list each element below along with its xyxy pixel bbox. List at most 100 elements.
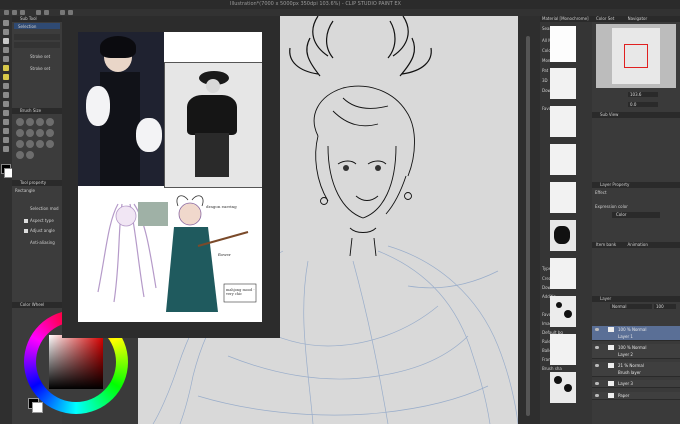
brush-size-preset[interactable] — [16, 151, 24, 159]
tab-item-bank[interactable]: Item bank — [596, 242, 616, 247]
brush-size-preset[interactable] — [26, 118, 34, 126]
brush-size-preset[interactable] — [16, 118, 24, 126]
layer-row-sub[interactable]: Layer 2 — [592, 351, 680, 359]
transform-icon[interactable] — [68, 10, 73, 15]
saturation-value-square[interactable] — [49, 335, 103, 389]
navigator-viewport[interactable] — [624, 44, 648, 68]
navigator-preview[interactable] — [596, 24, 676, 88]
brush-size-preset[interactable] — [46, 140, 54, 148]
layer-thumbnail — [608, 381, 614, 386]
eyedropper-tool-icon[interactable] — [3, 56, 9, 62]
selection-tool-icon[interactable] — [3, 38, 9, 44]
auto-select-tool-icon[interactable] — [3, 47, 9, 53]
material-thumb[interactable] — [550, 258, 576, 289]
redo-icon[interactable] — [44, 10, 49, 15]
material-thumb[interactable] — [550, 106, 576, 137]
figure-icon[interactable] — [3, 146, 9, 152]
layer-thumbnail — [608, 327, 614, 332]
sub-tool-item[interactable] — [14, 42, 60, 48]
fill-icon[interactable] — [3, 128, 9, 134]
brush-size-preset[interactable] — [36, 118, 44, 126]
tab-selection[interactable]: Selection — [14, 23, 60, 29]
brush-size-preset[interactable] — [46, 129, 54, 137]
brush-size-preset[interactable] — [16, 140, 24, 148]
layer-row-sub[interactable]: Layer 1 — [592, 333, 680, 341]
material-folder[interactable]: Pat — [542, 68, 548, 73]
eye-icon[interactable] — [595, 346, 599, 349]
pencil-icon[interactable] — [3, 74, 9, 80]
navigator-header: Color Set Navigator — [592, 16, 680, 22]
material-thumb[interactable] — [550, 182, 576, 213]
reference-photo-1 — [78, 32, 164, 186]
layer-subname: Brush layer — [618, 370, 641, 375]
reference-sketch-drawing — [97, 195, 257, 312]
zoom-tool-icon[interactable] — [3, 20, 9, 26]
sub-tool-item[interactable] — [14, 34, 60, 40]
material-thumb[interactable] — [550, 334, 576, 365]
layer-name: 21 % Normal — [618, 363, 644, 368]
reference-sub-view[interactable]: dragon earring flower mahjong mood - ver… — [62, 16, 280, 338]
brush-size-preset[interactable] — [26, 129, 34, 137]
undo-icon[interactable] — [36, 10, 41, 15]
clear-icon[interactable] — [60, 10, 65, 15]
layer-row-sub[interactable]: Brush layer — [592, 369, 680, 377]
expression-select[interactable]: Color — [612, 212, 660, 218]
decoration-icon[interactable] — [3, 101, 9, 107]
material-thumb[interactable] — [550, 296, 576, 327]
hair — [313, 85, 415, 215]
eye-icon[interactable] — [595, 364, 599, 367]
eye-icon[interactable] — [595, 394, 599, 397]
blend-icon[interactable] — [3, 119, 9, 125]
move-tool-icon[interactable] — [3, 29, 9, 35]
new-file-icon[interactable] — [4, 10, 9, 15]
brush-size-preset[interactable] — [46, 118, 54, 126]
vertical-scrollbar[interactable] — [526, 36, 530, 416]
brush-size-preset[interactable] — [26, 140, 34, 148]
layer-name: 100 % Normal — [618, 345, 647, 350]
opacity-value[interactable]: 100 — [654, 304, 676, 309]
layer-row[interactable]: Paper — [592, 392, 680, 400]
secondary-color-swatch — [32, 402, 43, 413]
layer-thumbnail — [608, 345, 614, 350]
eye-icon[interactable] — [595, 382, 599, 385]
brush-size-preset[interactable] — [36, 140, 44, 148]
brush-icon[interactable] — [3, 83, 9, 89]
layer-header: Layer — [592, 296, 680, 302]
color-wheel-header: Color Wheel — [12, 302, 62, 308]
material-thumb[interactable] — [550, 26, 576, 62]
save-icon[interactable] — [20, 10, 25, 15]
effect-label: Effect — [595, 190, 607, 195]
material-thumb[interactable] — [550, 220, 576, 251]
adjust-angle-checkbox[interactable] — [24, 229, 28, 233]
brush-size-preset[interactable] — [36, 129, 44, 137]
angle-value[interactable]: 0.0 — [628, 102, 658, 107]
pen-icon[interactable] — [3, 65, 9, 71]
brush-size-preset[interactable] — [16, 129, 24, 137]
brush-size-preset[interactable] — [26, 151, 34, 159]
layer-row[interactable]: Layer 3 — [592, 380, 680, 388]
tab-navigator[interactable]: Navigator — [628, 16, 648, 21]
layer-subname: Layer 1 — [618, 334, 633, 339]
material-thumb[interactable] — [550, 144, 576, 175]
sub-view-header: Sub View — [592, 112, 680, 118]
airbrush-icon[interactable] — [3, 92, 9, 98]
tab-color-set[interactable]: Color Set — [596, 16, 614, 21]
tab-animation[interactable]: Animation — [628, 242, 648, 247]
blend-mode-select[interactable]: Normal — [610, 304, 652, 309]
item-bank-header: Item bank Animation — [592, 242, 680, 248]
left-earring — [320, 197, 328, 205]
material-thumb[interactable] — [550, 372, 576, 403]
eraser-icon[interactable] — [3, 110, 9, 116]
right-earring — [404, 192, 412, 200]
eye-icon[interactable] — [595, 328, 599, 331]
gradient-icon[interactable] — [3, 137, 9, 143]
aspect-checkbox[interactable] — [24, 219, 28, 223]
reference-sketch-sheet: dragon earring flower mahjong mood - ver… — [78, 192, 262, 322]
antialias-label: Anti-aliasing — [30, 240, 55, 245]
material-thumb[interactable] — [550, 68, 576, 99]
aspect-label: Aspect type — [30, 218, 54, 223]
zoom-value[interactable]: 103.6 — [628, 92, 658, 97]
material-folder[interactable]: 3D — [542, 78, 548, 83]
open-file-icon[interactable] — [12, 10, 17, 15]
type-item[interactable]: Brush sha — [542, 366, 562, 371]
